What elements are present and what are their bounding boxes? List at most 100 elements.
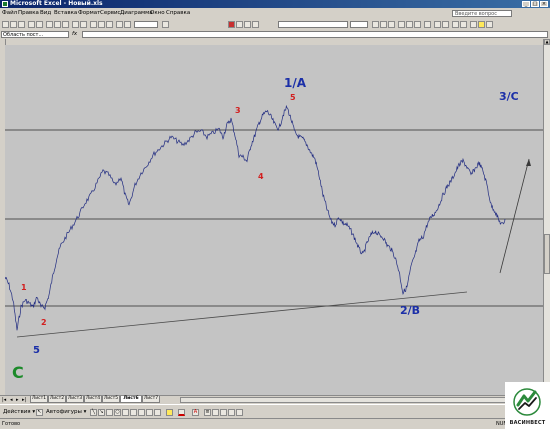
print-icon[interactable] [28, 21, 35, 28]
menu-tools[interactable]: Сервис [100, 10, 121, 17]
textbox-tool-icon[interactable] [122, 409, 129, 416]
chart-area[interactable]: 1 2 3 4 5 5 C 1/A 2/B 3/C [4, 45, 543, 395]
wave-label-2B: 2/B [400, 304, 420, 317]
window-controls: _ □ × [522, 1, 548, 7]
line-style-icon[interactable]: ≡ [204, 409, 211, 416]
excel-icon [2, 1, 8, 7]
menu-chart[interactable]: Диаграмма [120, 10, 153, 17]
legend-icon[interactable] [244, 21, 251, 28]
menu-help[interactable]: Справка [166, 10, 190, 17]
tab-next-icon[interactable]: ▸ [16, 397, 19, 403]
sort-asc-icon[interactable] [98, 21, 105, 28]
align-right-icon[interactable] [414, 21, 421, 28]
formula-input[interactable] [82, 31, 548, 38]
oval-tool-icon[interactable]: ○ [114, 409, 121, 416]
wave-label-3: 3 [235, 106, 241, 115]
save-icon[interactable] [18, 21, 25, 28]
sheet-tab-bar: |◂ ◂ ▸ ▸| Лист1 Лист2 Лист3 Лист4 Лист5 … [0, 395, 550, 404]
select-objects-icon[interactable]: ↖ [36, 409, 43, 416]
fill-bucket-icon[interactable] [166, 409, 173, 416]
diagram-tool-icon[interactable] [138, 409, 145, 416]
tab-sheet4[interactable]: Лист4 [84, 396, 102, 403]
wave-label-5-bottom: 5 [33, 345, 40, 356]
tab-sheet5[interactable]: Лист5 [102, 396, 120, 403]
bold-icon[interactable] [372, 21, 379, 28]
font-color-icon[interactable] [486, 21, 493, 28]
logo-text: ВАСИНВЕСТ [509, 420, 546, 426]
vertical-scrollbar[interactable]: ▲ ▼ [543, 39, 550, 395]
merge-icon[interactable] [424, 21, 431, 28]
line-tool-icon[interactable]: ╲ [90, 409, 97, 416]
scroll-thumb[interactable] [544, 234, 550, 274]
menu-file[interactable]: Файл [2, 10, 17, 17]
cut-icon[interactable] [46, 21, 53, 28]
data-table-icon[interactable] [252, 21, 259, 28]
chart-wizard-icon[interactable] [116, 21, 123, 28]
window-title: Microsoft Excel - Новый.xls [10, 0, 103, 7]
actions-menu[interactable]: Действия ▾ [3, 409, 35, 416]
picture-tool-icon[interactable] [154, 409, 161, 416]
shadow-icon[interactable] [228, 409, 235, 416]
menu-insert[interactable]: Вставка [54, 10, 77, 17]
tab-first-icon[interactable]: |◂ [2, 397, 6, 403]
wave-label-C: C [12, 363, 24, 382]
undo-icon[interactable] [72, 21, 79, 28]
sort-desc-icon[interactable] [106, 21, 113, 28]
tab-sheet3[interactable]: Лист3 [66, 396, 84, 403]
chart-plot: 1 2 3 4 5 5 C 1/A 2/B 3/C [4, 76, 543, 382]
menu-format[interactable]: Формат [78, 10, 100, 17]
rectangle-tool-icon[interactable] [106, 409, 113, 416]
paste-icon[interactable] [62, 21, 69, 28]
borders-icon[interactable] [470, 21, 477, 28]
maximize-button[interactable]: □ [531, 1, 539, 7]
tab-sheet6[interactable]: Лист6 [120, 396, 142, 403]
scroll-up-icon[interactable]: ▲ [544, 39, 550, 45]
clipart-tool-icon[interactable] [146, 409, 153, 416]
tab-sheet1[interactable]: Лист1 [30, 396, 48, 403]
tab-prev-icon[interactable]: ◂ [10, 397, 13, 403]
percent-icon[interactable] [442, 21, 449, 28]
wordart-tool-icon[interactable] [130, 409, 137, 416]
underline-icon[interactable] [388, 21, 395, 28]
font-size-combo[interactable] [350, 21, 368, 28]
minimize-button[interactable]: _ [522, 1, 530, 7]
menu-edit[interactable]: Правка [18, 10, 39, 17]
dash-style-icon[interactable] [212, 409, 219, 416]
horizontal-scrollbar[interactable] [180, 397, 508, 403]
increase-indent-icon[interactable] [460, 21, 467, 28]
new-icon[interactable] [2, 21, 9, 28]
open-icon[interactable] [10, 21, 17, 28]
autosum-icon[interactable] [90, 21, 97, 28]
wave-label-1: 1 [21, 283, 27, 292]
help-question-input[interactable]: Введите вопрос [452, 10, 512, 17]
name-box[interactable]: Область пост... [1, 31, 69, 38]
align-left-icon[interactable] [398, 21, 405, 28]
drawing-icon[interactable] [124, 21, 131, 28]
line-color-icon[interactable] [178, 409, 185, 416]
decrease-indent-icon[interactable] [452, 21, 459, 28]
currency-icon[interactable] [434, 21, 441, 28]
close-button[interactable]: × [540, 1, 548, 7]
arrow-tool-icon[interactable]: ↘ [98, 409, 105, 416]
menu-view[interactable]: Вид [40, 10, 51, 17]
arrow-style-icon[interactable] [220, 409, 227, 416]
menu-window[interactable]: Окно [150, 10, 165, 17]
preview-icon[interactable] [36, 21, 43, 28]
align-center-icon[interactable] [406, 21, 413, 28]
tab-sheet7[interactable]: Лист7 [142, 396, 160, 403]
tab-last-icon[interactable]: ▸| [22, 397, 26, 403]
chart-type-icon[interactable] [236, 21, 243, 28]
forecast-line [499, 158, 530, 274]
italic-icon[interactable] [380, 21, 387, 28]
help-icon[interactable] [162, 21, 169, 28]
redo-icon[interactable] [80, 21, 87, 28]
fill-color-icon[interactable] [478, 21, 485, 28]
copy-icon[interactable] [54, 21, 61, 28]
autoshapes-menu[interactable]: Автофигуры ▾ [46, 409, 86, 416]
chart-object-icon[interactable] [228, 21, 235, 28]
font-combo[interactable] [278, 21, 348, 28]
tab-sheet2[interactable]: Лист2 [48, 396, 66, 403]
font-color-tool-icon[interactable]: A [192, 409, 199, 416]
3d-icon[interactable] [236, 409, 243, 416]
zoom-combo[interactable] [134, 21, 158, 28]
